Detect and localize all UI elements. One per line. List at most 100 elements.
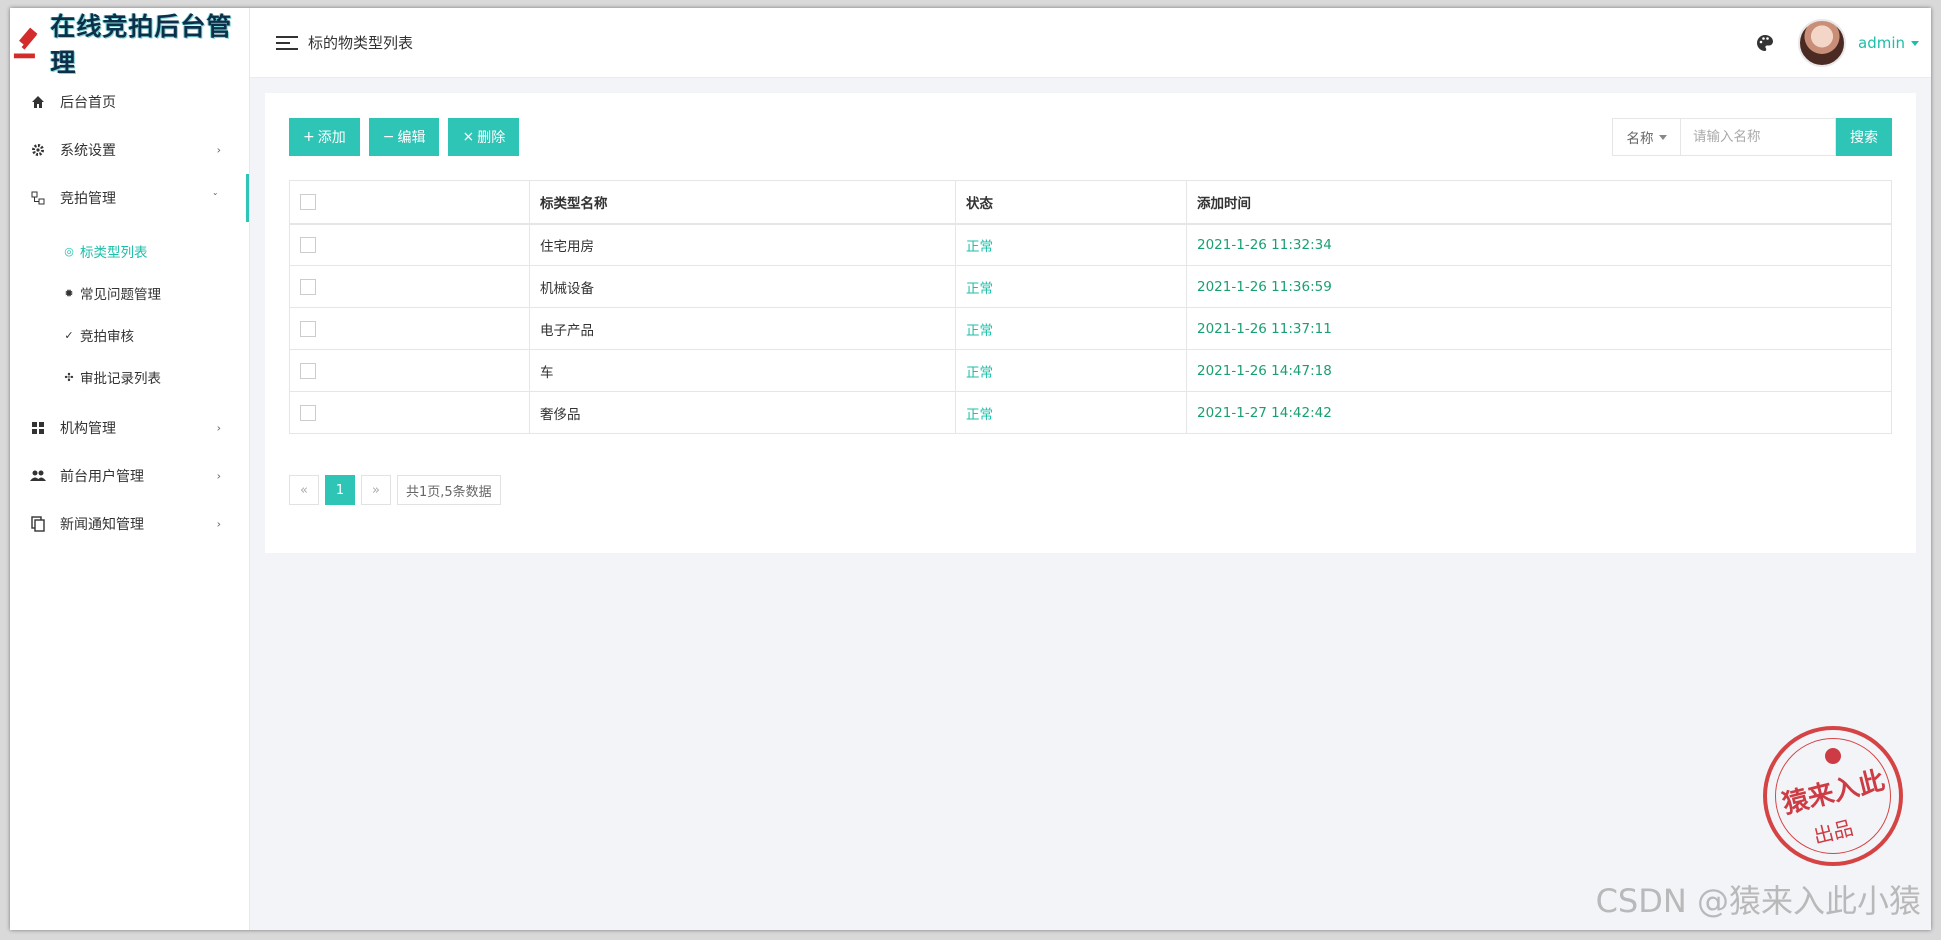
home-icon [30, 94, 46, 110]
apple-icon [1825, 748, 1841, 764]
cell-time: 2021-1-26 11:36:59 [1186, 265, 1892, 308]
sitemap-icon [30, 190, 46, 206]
prev-page-button[interactable]: « [289, 475, 319, 505]
pagination-summary: 共1页,5条数据 [397, 475, 501, 505]
sidebar-item-label: 前台用户管理 [60, 469, 144, 485]
cell-status: 正常 [955, 265, 1187, 308]
submenu-item-label: 标类型列表 [80, 245, 148, 261]
username: admin [1858, 34, 1905, 52]
submenu-item-approval-log[interactable]: ✣ 审批记录列表 [10, 356, 249, 398]
submenu-item-label: 竞拍审核 [80, 329, 134, 345]
cell-name: 机械设备 [529, 265, 956, 308]
cell-status: 正常 [955, 349, 1187, 392]
sidebar: 在线竞拍后台管理 后台首页 系统设置 › 竞拍管理 ˇ ◎ 标类型列表 ✹ 常见… [10, 8, 250, 930]
chevron-right-icon: › [216, 469, 221, 483]
submenu-item-faq[interactable]: ✹ 常见问题管理 [10, 272, 249, 314]
table-row[interactable]: 机械设备 正常 2021-1-26 11:36:59 [289, 265, 1892, 308]
cell-status: 正常 [955, 391, 1187, 434]
page-button-current[interactable]: 1 [325, 475, 355, 505]
seal-stamp: 猿来入此 出品 [1763, 726, 1903, 866]
add-button[interactable]: + 添加 [289, 118, 360, 156]
watermark: CSDN @猿来入此小猿 [1595, 882, 1921, 920]
next-page-button[interactable]: » [361, 475, 391, 505]
submenu-item-label: 常见问题管理 [80, 287, 161, 303]
data-table: 标类型名称 状态 添加时间 住宅用房 正常 2021-1-26 11:32:34… [289, 180, 1892, 434]
sidebar-item-news[interactable]: 新闻通知管理 › [10, 500, 249, 548]
check-circle-icon: ✓ [64, 328, 74, 342]
chevron-right-icon: › [216, 517, 221, 531]
table-row[interactable]: 电子产品 正常 2021-1-26 11:37:11 [289, 307, 1892, 350]
sidebar-item-org[interactable]: 机构管理 › [10, 404, 249, 452]
gear-icon [30, 142, 46, 158]
sidebar-item-users[interactable]: 前台用户管理 › [10, 452, 249, 500]
close-icon: × [462, 129, 475, 145]
submenu-item-label: 审批记录列表 [80, 371, 161, 387]
search-button[interactable]: 搜索 [1836, 118, 1892, 156]
sidebar-item-label: 机构管理 [60, 421, 116, 437]
sidebar-item-settings[interactable]: 系统设置 › [10, 126, 249, 174]
circle-dot-icon: ◎ [64, 244, 74, 258]
submenu-item-type-list[interactable]: ◎ 标类型列表 [10, 230, 249, 272]
submenu-item-review[interactable]: ✓ 竞拍审核 [10, 314, 249, 356]
sidebar-item-auction[interactable]: 竞拍管理 ˇ [10, 174, 249, 222]
sidebar-item-label: 后台首页 [60, 95, 116, 111]
sidebar-item-home[interactable]: 后台首页 [10, 78, 249, 126]
search-field-label: 名称 [1626, 131, 1654, 147]
caret-down-icon [1911, 40, 1919, 46]
cell-name: 住宅用房 [529, 223, 956, 266]
cell-status: 正常 [955, 307, 1187, 350]
cell-name: 电子产品 [529, 307, 956, 350]
row-checkbox[interactable] [300, 320, 316, 337]
table-row[interactable]: 奢侈品 正常 2021-1-27 14:42:42 [289, 391, 1892, 434]
cell-name: 奢侈品 [529, 391, 956, 434]
table-row[interactable]: 住宅用房 正常 2021-1-26 11:32:34 [289, 223, 1892, 266]
plus-icon: + [303, 129, 315, 145]
chevron-down-icon: ˇ [212, 191, 219, 205]
chevron-right-icon: › [216, 143, 221, 157]
column-header: 添加时间 [1186, 180, 1892, 225]
sidebar-item-label: 新闻通知管理 [60, 517, 144, 533]
select-all-checkbox[interactable] [300, 193, 316, 210]
delete-button-label: 删除 [477, 130, 506, 146]
dots-icon: ✣ [64, 370, 74, 384]
app-window: 在线竞拍后台管理 后台首页 系统设置 › 竞拍管理 ˇ ◎ 标类型列表 ✹ 常见… [10, 8, 1931, 930]
cell-time: 2021-1-26 14:47:18 [1186, 349, 1892, 392]
column-header: 标类型名称 [529, 180, 956, 225]
auction-submenu: ◎ 标类型列表 ✹ 常见问题管理 ✓ 竞拍审核 ✣ 审批记录列表 [10, 222, 249, 404]
row-checkbox[interactable] [300, 404, 316, 421]
cell-time: 2021-1-27 14:42:42 [1186, 391, 1892, 434]
edit-button[interactable]: − 编辑 [368, 118, 440, 156]
cell-time: 2021-1-26 11:32:34 [1186, 223, 1892, 266]
users-icon [30, 468, 46, 484]
search-field-select[interactable]: 名称 [1612, 118, 1680, 156]
avatar[interactable] [1798, 19, 1846, 67]
delete-button[interactable]: × 删除 [448, 118, 520, 156]
edit-button-label: 编辑 [397, 130, 426, 146]
cell-time: 2021-1-26 11:37:11 [1186, 307, 1892, 350]
content-card: + 添加 − 编辑 × 删除 名称 搜索 [265, 93, 1916, 553]
menu-toggle-icon[interactable] [276, 32, 298, 54]
copy-icon [30, 516, 46, 532]
add-button-label: 添加 [317, 130, 346, 146]
row-checkbox[interactable] [300, 236, 316, 253]
table-row[interactable]: 车 正常 2021-1-26 14:47:18 [289, 349, 1892, 392]
sidebar-item-label: 竞拍管理 [60, 191, 116, 207]
pagination: « 1 » 共1页,5条数据 [289, 475, 507, 505]
bulb-icon: ✹ [64, 286, 74, 300]
caret-down-icon [1658, 134, 1667, 140]
column-header: 状态 [955, 180, 1187, 225]
breadcrumb: 标的物类型列表 [308, 34, 414, 52]
toolbar: + 添加 − 编辑 × 删除 [289, 118, 528, 156]
brand[interactable]: 在线竞拍后台管理 [10, 8, 249, 78]
row-checkbox[interactable] [300, 362, 316, 379]
app-title: 在线竞拍后台管理 [50, 12, 233, 77]
sidebar-item-label: 系统设置 [60, 143, 116, 159]
user-menu[interactable]: admin [1858, 34, 1919, 52]
palette-icon[interactable] [1756, 34, 1774, 52]
row-checkbox[interactable] [300, 278, 316, 295]
sidebar-nav: 后台首页 系统设置 › 竞拍管理 ˇ ◎ 标类型列表 ✹ 常见问题管理 ✓ 竞拍… [10, 78, 249, 548]
search-input[interactable] [1680, 118, 1836, 156]
top-header: 标的物类型列表 admin [250, 8, 1931, 78]
table-header-row: 标类型名称 状态 添加时间 [289, 180, 1892, 225]
grid-icon [30, 420, 46, 436]
